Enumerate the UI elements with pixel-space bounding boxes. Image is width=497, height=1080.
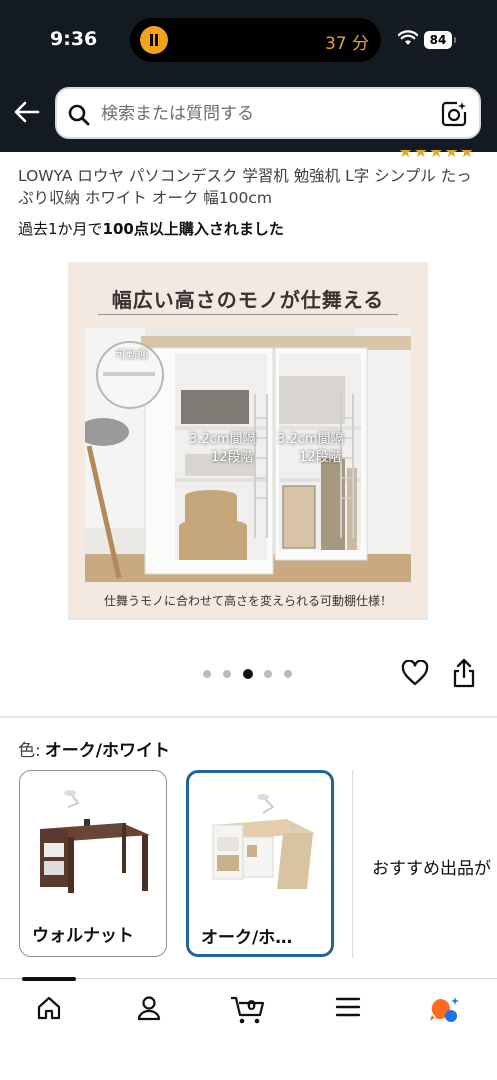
movable-shelf-callout: 可動棚: [115, 348, 148, 361]
dynamic-island[interactable]: 37 分: [130, 18, 381, 62]
color-selection-label: 色: オーク/ホワイト: [18, 736, 170, 761]
bottom-navigation: 0: [0, 977, 497, 1080]
pause-icon[interactable]: [140, 26, 168, 54]
search-icon: [68, 104, 90, 126]
color-option-walnut[interactable]: ウォルナット: [19, 770, 167, 957]
carousel-dot[interactable]: [203, 670, 211, 678]
product-title[interactable]: LOWYA ロウヤ パソコンデスク 学習机 勉強机 L字 シンプル たっぷり収納…: [18, 165, 484, 209]
purchase-count: 過去1か月で100点以上購入されました: [18, 218, 284, 239]
search-bar[interactable]: [55, 87, 481, 139]
recommended-offer-link[interactable]: おすすめ出品が: [372, 854, 491, 879]
account-icon[interactable]: [136, 995, 162, 1021]
purchase-prefix: 過去1か月で: [18, 220, 103, 238]
search-input[interactable]: [101, 99, 421, 129]
purchase-count-bold: 100点以上購入されました: [102, 220, 284, 238]
carousel-dot[interactable]: [284, 670, 292, 678]
rating-stars-icon: ★★★★★: [398, 150, 475, 161]
svg-text:0: 0: [247, 999, 256, 1014]
heart-icon[interactable]: [401, 660, 429, 686]
battery-indicator: 84: [424, 31, 456, 49]
walnut-desk-thumbnail: [26, 783, 160, 907]
menu-icon[interactable]: [335, 995, 361, 1019]
vertical-separator: [352, 770, 353, 958]
spacing-right-2: 12段階: [299, 450, 342, 465]
camera-search-icon[interactable]: [441, 101, 467, 127]
product-photo: 可動棚 3.2cm間隔 12段階 3.2cm間隔 12段階: [85, 328, 411, 582]
app-header: 9:36 37 分 84: [0, 0, 497, 152]
product-image[interactable]: 幅広い高さのモノが仕舞える 可動棚 3.2cm間隔 12段階 3.2cm間隔 1…: [68, 262, 428, 620]
color-value: オーク/ホワイト: [44, 741, 170, 761]
carousel-dot[interactable]: [264, 670, 272, 678]
spacing-left-2: 12段階: [211, 450, 254, 465]
rating-strip-cut: ★★★★★: [0, 150, 497, 164]
image-caption: 仕舞うモノに合わせて高さを変えられる可動棚仕様！: [103, 594, 392, 608]
home-icon[interactable]: [36, 995, 62, 1021]
back-arrow-icon[interactable]: [14, 100, 40, 124]
image-divider: [98, 314, 398, 315]
timer-remaining: 37 分: [324, 34, 369, 54]
oak-desk-thumbnail: [195, 785, 329, 909]
carousel-dot-active[interactable]: [243, 669, 253, 679]
wifi-icon: [398, 30, 418, 45]
image-headline: 幅広い高さのモノが仕舞える: [111, 288, 385, 312]
cart-icon[interactable]: 0: [230, 995, 266, 1025]
color-option-label: ウォルナット: [32, 926, 134, 946]
share-icon[interactable]: [452, 658, 476, 688]
carousel-dot[interactable]: [223, 670, 231, 678]
active-tab-indicator: [22, 977, 76, 981]
spacing-right-1: 3.2cm間隔: [277, 432, 344, 447]
section-divider: [0, 716, 497, 718]
color-key: 色:: [18, 741, 41, 761]
status-time: 9:36: [50, 28, 98, 50]
color-option-label: オーク/ホ…: [201, 928, 293, 948]
rufus-assistant-icon[interactable]: [428, 995, 462, 1025]
color-option-oak-white[interactable]: オーク/ホ…: [186, 770, 334, 957]
spacing-left-1: 3.2cm間隔: [189, 432, 256, 447]
